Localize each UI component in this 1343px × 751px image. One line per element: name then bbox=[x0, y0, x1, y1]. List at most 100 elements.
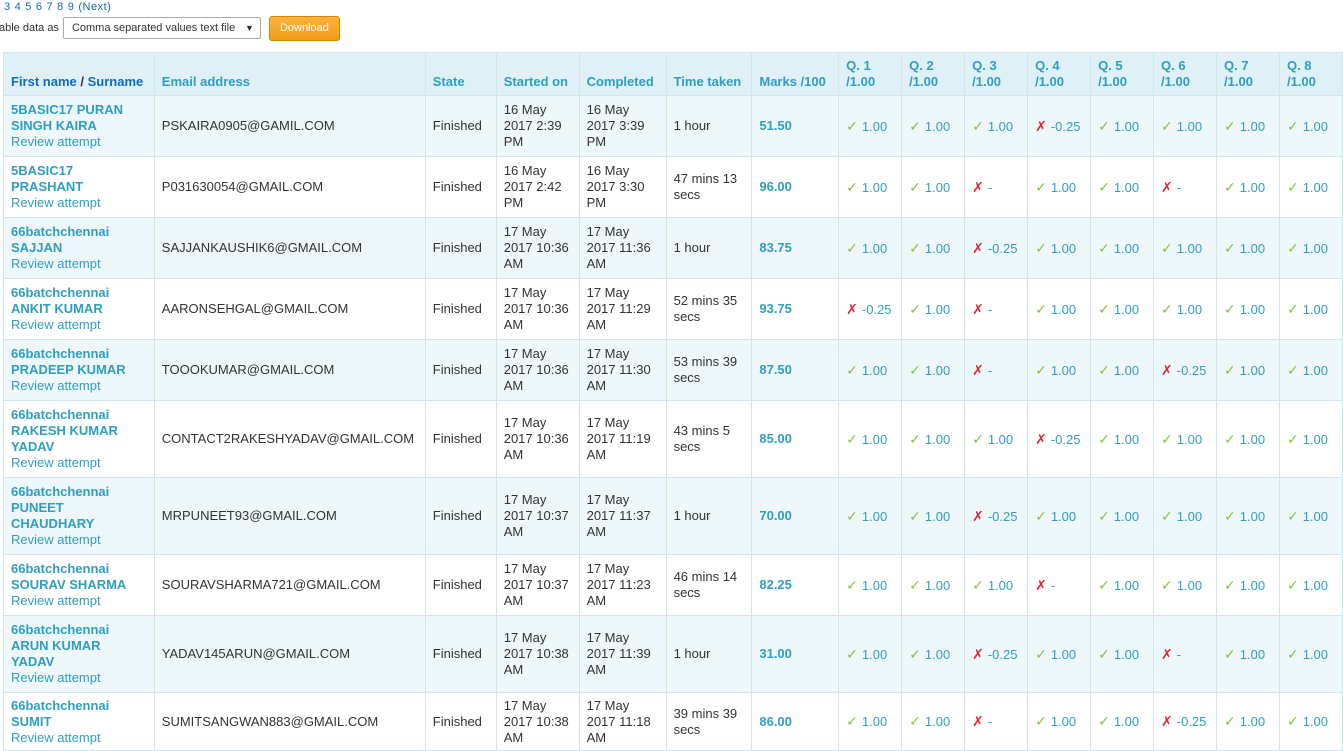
cell-question-6[interactable]: ✓ 1.00 bbox=[1153, 217, 1218, 279]
cell-question-2[interactable]: ✓ 1.00 bbox=[901, 615, 966, 693]
cell-question-1[interactable]: ✓ 1.00 bbox=[838, 400, 903, 478]
download-button[interactable]: Download bbox=[268, 15, 340, 41]
cell-question-3[interactable]: ✓ 1.00 bbox=[964, 400, 1029, 478]
review-attempt-link[interactable]: Review attempt bbox=[11, 730, 147, 746]
cell-question-3[interactable]: ✗ - bbox=[964, 692, 1029, 751]
cell-question-4[interactable]: ✓ 1.00 bbox=[1027, 477, 1092, 555]
cell-question-7[interactable]: ✓ 1.00 bbox=[1216, 278, 1280, 340]
review-attempt-link[interactable]: Review attempt bbox=[11, 532, 147, 548]
cell-question-2[interactable]: ✓ 1.00 bbox=[901, 278, 966, 340]
cell-question-4[interactable]: ✓ 1.00 bbox=[1027, 278, 1092, 340]
marks-link[interactable]: 85.00 bbox=[759, 431, 792, 446]
sort-surname-link[interactable]: Surname bbox=[88, 74, 144, 89]
cell-question-8[interactable]: ✓ 1.00 bbox=[1278, 615, 1343, 693]
cell-question-1[interactable]: ✓ 1.00 bbox=[838, 217, 903, 279]
cell-question-8[interactable]: ✓ 1.00 bbox=[1278, 217, 1343, 279]
cell-question-8[interactable]: ✓ 1.00 bbox=[1278, 554, 1343, 616]
review-attempt-link[interactable]: Review attempt bbox=[11, 593, 147, 609]
student-name-link[interactable]: 66batchchennai SAJJAN bbox=[11, 224, 147, 256]
cell-question-2[interactable]: ✓ 1.00 bbox=[901, 339, 966, 401]
cell-question-8[interactable]: ✓ 1.00 bbox=[1278, 692, 1343, 751]
cell-question-3[interactable]: ✗ -0.25 bbox=[964, 615, 1029, 693]
cell-question-7[interactable]: ✓ 1.00 bbox=[1216, 477, 1280, 555]
cell-question-2[interactable]: ✓ 1.00 bbox=[901, 692, 966, 751]
header-started[interactable]: Started on bbox=[495, 52, 580, 96]
page-link-3[interactable]: 3 bbox=[4, 1, 11, 13]
cell-question-6[interactable]: ✗ - bbox=[1153, 615, 1218, 693]
marks-link[interactable]: 31.00 bbox=[759, 646, 792, 661]
cell-question-4[interactable]: ✗ -0.25 bbox=[1027, 400, 1092, 478]
cell-question-8[interactable]: ✓ 1.00 bbox=[1278, 95, 1343, 157]
page-link-8[interactable]: 8 bbox=[57, 1, 64, 13]
cell-question-3[interactable]: ✓ 1.00 bbox=[964, 95, 1029, 157]
page-link-7[interactable]: 7 bbox=[47, 1, 54, 13]
cell-question-6[interactable]: ✗ -0.25 bbox=[1153, 339, 1218, 401]
cell-question-1[interactable]: ✓ 1.00 bbox=[838, 554, 903, 616]
cell-question-6[interactable]: ✓ 1.00 bbox=[1153, 278, 1218, 340]
header-question-8[interactable]: Q. 8/1.00 bbox=[1278, 52, 1343, 96]
cell-question-3[interactable]: ✗ - bbox=[964, 278, 1029, 340]
cell-question-3[interactable]: ✓ 1.00 bbox=[964, 554, 1029, 616]
header-question-4[interactable]: Q. 4/1.00 bbox=[1027, 52, 1092, 96]
cell-question-1[interactable]: ✓ 1.00 bbox=[838, 692, 903, 751]
sort-first-name-link[interactable]: First name bbox=[11, 74, 77, 89]
cell-question-5[interactable]: ✓ 1.00 bbox=[1090, 400, 1155, 478]
student-name-link[interactable]: 66batchchennai ANKIT KUMAR bbox=[11, 285, 147, 317]
review-attempt-link[interactable]: Review attempt bbox=[11, 670, 147, 686]
cell-question-1[interactable]: ✓ 1.00 bbox=[838, 477, 903, 555]
review-attempt-link[interactable]: Review attempt bbox=[11, 455, 147, 471]
cell-question-2[interactable]: ✓ 1.00 bbox=[901, 554, 966, 616]
review-attempt-link[interactable]: Review attempt bbox=[11, 317, 147, 333]
page-link-5[interactable]: 5 bbox=[25, 1, 32, 13]
cell-question-4[interactable]: ✓ 1.00 bbox=[1027, 217, 1092, 279]
cell-question-3[interactable]: ✗ -0.25 bbox=[964, 477, 1029, 555]
cell-question-2[interactable]: ✓ 1.00 bbox=[901, 95, 966, 157]
cell-question-7[interactable]: ✓ 1.00 bbox=[1216, 95, 1280, 157]
next-page-link[interactable]: (Next) bbox=[78, 1, 111, 13]
marks-link[interactable]: 96.00 bbox=[759, 179, 792, 194]
cell-question-8[interactable]: ✓ 1.00 bbox=[1278, 477, 1343, 555]
student-name-link[interactable]: 66batchchennai PUNEET CHAUDHARY bbox=[11, 484, 147, 532]
cell-question-7[interactable]: ✓ 1.00 bbox=[1216, 400, 1280, 478]
cell-question-1[interactable]: ✗ -0.25 bbox=[838, 278, 903, 340]
cell-question-6[interactable]: ✗ - bbox=[1153, 156, 1218, 218]
cell-question-4[interactable]: ✗ -0.25 bbox=[1027, 95, 1092, 157]
cell-question-6[interactable]: ✓ 1.00 bbox=[1153, 477, 1218, 555]
cell-question-4[interactable]: ✗ - bbox=[1027, 554, 1092, 616]
review-attempt-link[interactable]: Review attempt bbox=[11, 378, 147, 394]
marks-link[interactable]: 83.75 bbox=[759, 240, 792, 255]
student-name-link[interactable]: 66batchchennai PRADEEP KUMAR bbox=[11, 346, 147, 378]
cell-question-7[interactable]: ✓ 1.00 bbox=[1216, 615, 1280, 693]
page-link-4[interactable]: 4 bbox=[15, 1, 22, 13]
cell-question-2[interactable]: ✓ 1.00 bbox=[901, 217, 966, 279]
cell-question-1[interactable]: ✓ 1.00 bbox=[838, 95, 903, 157]
cell-question-6[interactable]: ✗ -0.25 bbox=[1153, 692, 1218, 751]
cell-question-5[interactable]: ✓ 1.00 bbox=[1090, 615, 1155, 693]
header-question-7[interactable]: Q. 7/1.00 bbox=[1216, 52, 1280, 96]
header-question-3[interactable]: Q. 3/1.00 bbox=[964, 52, 1029, 96]
cell-question-5[interactable]: ✓ 1.00 bbox=[1090, 95, 1155, 157]
cell-question-5[interactable]: ✓ 1.00 bbox=[1090, 692, 1155, 751]
review-attempt-link[interactable]: Review attempt bbox=[11, 256, 147, 272]
cell-question-7[interactable]: ✓ 1.00 bbox=[1216, 156, 1280, 218]
cell-question-1[interactable]: ✓ 1.00 bbox=[838, 339, 903, 401]
header-email[interactable]: Email address bbox=[153, 52, 426, 96]
cell-question-5[interactable]: ✓ 1.00 bbox=[1090, 477, 1155, 555]
cell-question-7[interactable]: ✓ 1.00 bbox=[1216, 554, 1280, 616]
header-question-2[interactable]: Q. 2/1.00 bbox=[901, 52, 966, 96]
marks-link[interactable]: 86.00 bbox=[759, 714, 792, 729]
cell-question-8[interactable]: ✓ 1.00 bbox=[1278, 400, 1343, 478]
header-question-6[interactable]: Q. 6/1.00 bbox=[1153, 52, 1218, 96]
cell-question-4[interactable]: ✓ 1.00 bbox=[1027, 156, 1092, 218]
marks-link[interactable]: 93.75 bbox=[759, 301, 792, 316]
cell-question-5[interactable]: ✓ 1.00 bbox=[1090, 156, 1155, 218]
student-name-link[interactable]: 66batchchennai RAKESH KUMAR YADAV bbox=[11, 407, 147, 455]
cell-question-7[interactable]: ✓ 1.00 bbox=[1216, 339, 1280, 401]
cell-question-4[interactable]: ✓ 1.00 bbox=[1027, 692, 1092, 751]
review-attempt-link[interactable]: Review attempt bbox=[11, 195, 147, 211]
header-time[interactable]: Time taken bbox=[665, 52, 753, 96]
cell-question-2[interactable]: ✓ 1.00 bbox=[901, 400, 966, 478]
cell-question-8[interactable]: ✓ 1.00 bbox=[1278, 278, 1343, 340]
cell-question-3[interactable]: ✗ - bbox=[964, 156, 1029, 218]
review-attempt-link[interactable]: Review attempt bbox=[11, 134, 147, 150]
